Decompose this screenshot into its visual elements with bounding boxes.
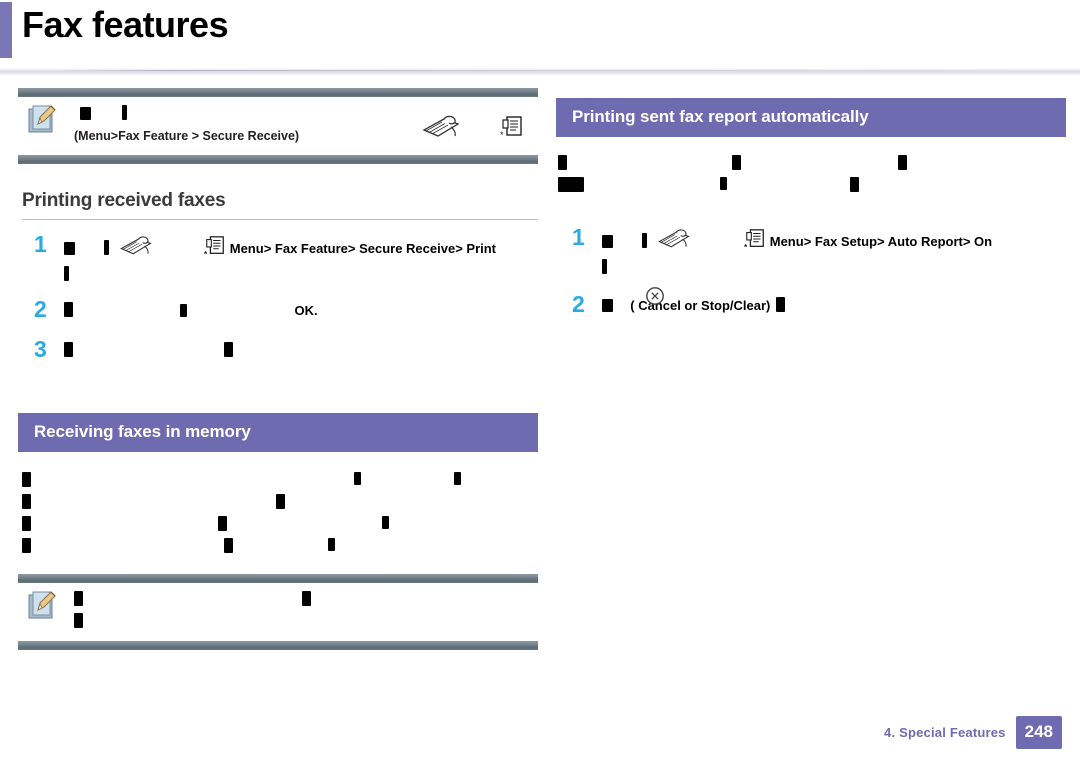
note-body-top: (Menu>Fax Feature > Secure Receive) * (18, 97, 538, 155)
step-item: 3 (18, 336, 538, 369)
footer-page-number: 248 (1015, 716, 1062, 749)
step-menu-path: Menu> Fax Feature> Secure Receive> Print (229, 240, 497, 256)
header-divider (0, 66, 1080, 76)
right-column: Printing sent fax report automatically 1 (556, 98, 1066, 334)
page-footer: 4. Special Features 248 (884, 716, 1062, 749)
note-glyph-line (74, 611, 534, 633)
fax-machine-icon (651, 227, 695, 258)
svg-text:*: * (204, 250, 208, 258)
step-number: 2 (572, 291, 585, 317)
step-subline (602, 258, 1066, 278)
svg-text:*: * (500, 130, 504, 140)
page-title: Fax features (22, 4, 229, 45)
svg-text:*: * (744, 243, 748, 251)
note-box-top: (Menu>Fax Feature > Secure Receive) * (18, 88, 538, 164)
note-bar-top (18, 88, 538, 97)
section-receiving-faxes-in-memory: Receiving faxes in memory (18, 413, 538, 564)
title-accent-bar (0, 2, 12, 58)
step-text-line (64, 339, 538, 362)
step-ok-label: OK. (294, 303, 318, 318)
step-number: 1 (572, 224, 585, 250)
note-box-bottom (18, 574, 538, 650)
note-pencil-icon (26, 103, 60, 135)
fax-machine-icon (418, 113, 462, 146)
steps-printing-received-faxes: 1 * Menu> Fax Feature> Secure Receive> P… (18, 231, 538, 369)
note-bar-bottom-top (18, 574, 538, 583)
step-item: 1 (18, 231, 538, 285)
heading-printing-sent-fax-report: Printing sent fax report automatically (556, 98, 1066, 137)
step-item: 2 ( Cancel or Stop/Clear) (556, 287, 1066, 324)
note-text-bottom (74, 589, 534, 633)
step-text-line: * Menu> Fax Setup> Auto Report> On (602, 227, 1066, 258)
step-text-line: OK. (64, 299, 538, 322)
note-glyph-line (74, 589, 534, 611)
left-column: (Menu>Fax Feature > Secure Receive) * Pr… (18, 88, 538, 650)
section-printing-received-faxes: Printing received faxes 1 * Menu> Fax Fe… (18, 190, 538, 369)
heading-rule (22, 219, 538, 220)
heading-receiving-faxes-in-memory: Receiving faxes in memory (18, 413, 538, 452)
heading-printing-received-faxes: Printing received faxes (22, 190, 226, 211)
step-text-line: * Menu> Fax Feature> Secure Receive> Pri… (64, 234, 538, 265)
menu-button-icon: * (500, 114, 524, 145)
step-text-line: ( Cancel or Stop/Clear) (602, 287, 1066, 317)
menu-button-icon: * (204, 234, 226, 265)
page-header: Fax features (0, 0, 1080, 66)
step-item: 2 OK. (18, 296, 538, 329)
body-paragraph (18, 472, 538, 564)
cancel-button-icon (644, 285, 666, 314)
note-inline-icons: * (412, 113, 532, 143)
note-bar-top-bottom (18, 155, 538, 164)
note-body-bottom (18, 583, 538, 641)
note-pencil-icon (26, 589, 60, 621)
steps-printing-sent-fax-report: 1 * Menu> Fax Setup> Auto Report> On 2 (… (556, 224, 1066, 324)
step-item: 1 (556, 224, 1066, 278)
menu-button-icon: * (744, 227, 766, 258)
step-number: 2 (34, 296, 47, 322)
fax-machine-icon (113, 234, 157, 265)
body-paragraph (556, 155, 1066, 207)
note-bar-bottom-bottom (18, 641, 538, 650)
step-number: 3 (34, 336, 47, 362)
step-subline (64, 265, 538, 285)
footer-chapter-label: 4. Special Features (884, 725, 1006, 740)
step-number: 1 (34, 231, 47, 257)
step-menu-path: Menu> Fax Setup> Auto Report> On (769, 233, 993, 249)
